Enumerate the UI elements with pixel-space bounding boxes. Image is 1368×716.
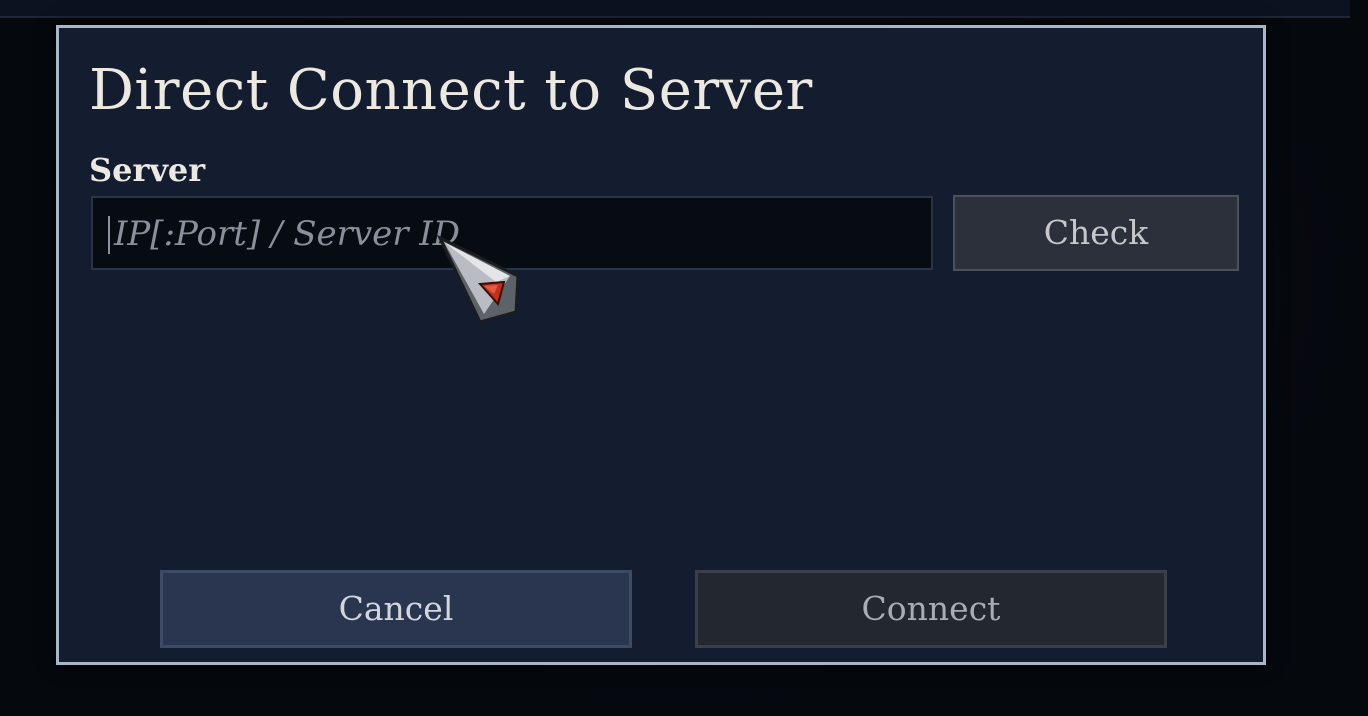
- game-screen: Direct Connect to Server Server IP[:Port…: [0, 0, 1368, 716]
- server-input[interactable]: IP[:Port] / Server ID: [91, 196, 933, 270]
- check-button[interactable]: Check: [953, 195, 1239, 271]
- cancel-button[interactable]: Cancel: [160, 570, 632, 648]
- connect-button[interactable]: Connect: [695, 570, 1167, 648]
- direct-connect-dialog: Direct Connect to Server Server IP[:Port…: [56, 25, 1266, 665]
- server-input-placeholder: IP[:Port] / Server ID: [114, 214, 460, 254]
- dialog-title: Direct Connect to Server: [89, 58, 813, 123]
- text-caret: [108, 216, 110, 254]
- server-label: Server: [89, 151, 206, 189]
- background-panel-edge: [0, 0, 1350, 18]
